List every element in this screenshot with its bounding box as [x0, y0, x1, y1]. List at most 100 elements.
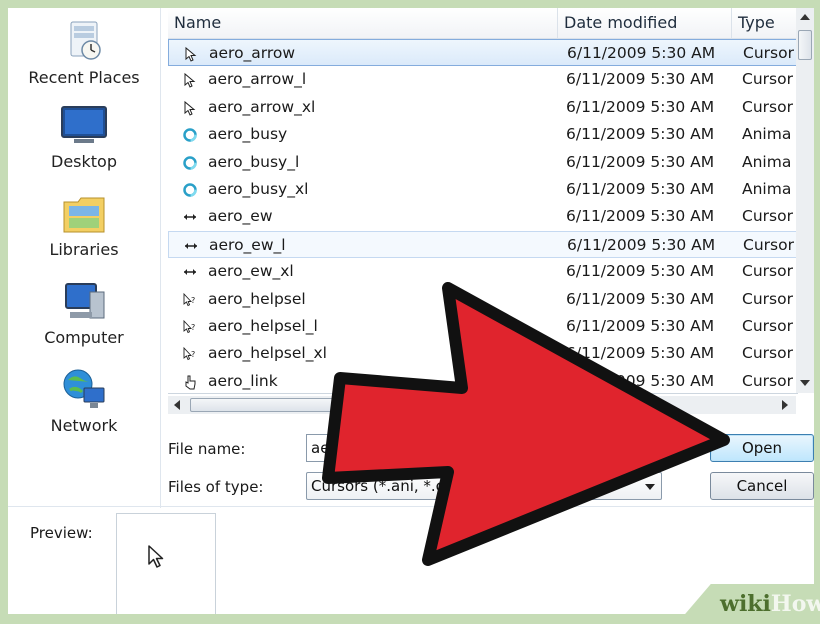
nav-label-computer: Computer: [44, 328, 124, 347]
divider: [8, 506, 814, 507]
cursor-arrow-icon: [185, 46, 197, 62]
navigation-pane: Recent Places Desktop Libraries Computer…: [8, 8, 161, 508]
column-header-date-modified[interactable]: Date modified: [558, 8, 732, 38]
column-header-name[interactable]: Name: [168, 8, 558, 38]
file-row[interactable]: aero_ew_xl 6/11/2009 5:30 AM Cursor: [168, 258, 798, 285]
file-name-input[interactable]: aero_arrow: [306, 434, 646, 462]
file-rows: aero_arrow 6/11/2009 5:30 AM Cursor aero_ar…: [168, 39, 798, 393]
open-button[interactable]: Open: [710, 434, 814, 462]
nav-item-recent-places[interactable]: Recent Places: [8, 18, 160, 87]
scroll-left-arrow-icon[interactable]: [174, 400, 180, 410]
file-name-label: File name:: [168, 440, 246, 458]
date-modified-cell: 6/11/2009 5:30 AM: [566, 97, 715, 116]
help-cursor-icon: ?: [183, 347, 195, 361]
file-row[interactable]: aero_busy 6/11/2009 5:30 AM Anima: [168, 121, 798, 148]
nav-label-libraries: Libraries: [49, 240, 119, 259]
file-name-cell: aero_busy_xl: [208, 179, 309, 198]
type-cell: Cursor: [743, 235, 794, 254]
file-row[interactable]: ? aero_helpsel_l 6/11/2009 5:30 AM Cursor: [168, 313, 798, 340]
scroll-right-arrow-icon[interactable]: [782, 400, 788, 410]
nav-item-libraries[interactable]: Libraries: [8, 192, 160, 259]
files-of-type-dropdown[interactable]: Cursors (*.ani, *.cur): [306, 472, 662, 500]
file-row[interactable]: ? aero_helpsel 6/11/2009 5:30 AM Cursor: [168, 286, 798, 313]
file-name-cell: aero_helpsel_xl: [208, 344, 327, 363]
scroll-down-arrow-icon[interactable]: [800, 380, 810, 386]
column-header-type[interactable]: Type: [732, 8, 798, 38]
nav-label-network: Network: [50, 416, 118, 435]
resize-ew-icon: [184, 269, 196, 276]
file-name-cell: aero_busy: [208, 125, 288, 144]
column-header: Name Date modified Type: [168, 8, 798, 39]
preview-label: Preview:: [30, 524, 93, 542]
file-row[interactable]: aero_busy_xl 6/11/2009 5:30 AM Anima: [168, 176, 798, 203]
vertical-scrollbar[interactable]: [796, 8, 814, 393]
svg-text:?: ?: [191, 350, 195, 359]
date-modified-cell: 6/11/2009 5:30 AM: [566, 179, 715, 198]
file-row[interactable]: aero_arrow_xl 6/11/2009 5:30 AM Cursor: [168, 94, 798, 121]
watermark-how: How: [770, 591, 820, 617]
type-cell: Cursor: [742, 316, 793, 335]
file-name-cell: aero_arrow: [209, 44, 296, 62]
chevron-down-icon: [645, 484, 655, 490]
resize-ew-icon: [184, 214, 196, 221]
libraries-icon: [63, 197, 105, 233]
horizontal-scroll-thumb[interactable]: [190, 398, 420, 412]
desktop-icon: [61, 106, 107, 143]
resize-ew-icon: [185, 242, 197, 249]
type-cell: Cursor: [742, 70, 793, 89]
type-cell: Cursor: [742, 289, 793, 308]
svg-text:?: ?: [191, 323, 195, 332]
file-list: Name Date modified Type aero_arrow 6/11/2…: [168, 8, 798, 394]
nav-item-desktop[interactable]: Desktop: [8, 104, 160, 171]
date-modified-cell: 6/11/2009 5:30 AM: [566, 207, 715, 226]
cancel-button[interactable]: Cancel: [710, 472, 814, 500]
file-row[interactable]: aero_arrow 6/11/2009 5:30 AM Cursor: [168, 39, 798, 67]
date-modified-cell: 6/11/2009 5:30 AM: [566, 289, 715, 308]
date-modified-cell: 6/11/2009 5:30 AM: [567, 44, 716, 62]
date-modified-cell: 6/11/2009 5:30 AM: [567, 235, 716, 254]
file-row[interactable]: aero_ew_l 6/11/2009 5:30 AM Cursor: [168, 230, 798, 259]
files-of-type-value: Cursors (*.ani, *.cur): [311, 477, 466, 495]
busy-ring-icon: [183, 128, 197, 142]
file-name-cell: aero_link: [208, 371, 278, 390]
cursor-arrow-icon: [184, 100, 196, 116]
file-name-cell: aero_ew: [208, 207, 273, 226]
type-cell: Cursor: [743, 44, 794, 62]
type-cell: Cursor: [742, 262, 793, 281]
file-name-cell: aero_arrow_xl: [208, 97, 316, 116]
date-modified-cell: 6/11/2009 5:30 AM: [566, 316, 715, 335]
type-cell: Anima: [742, 179, 792, 198]
type-cell: Anima: [742, 125, 792, 144]
file-row[interactable]: aero_ew 6/11/2009 5:30 AM Cursor: [168, 203, 798, 230]
hand-cursor-icon: [185, 375, 196, 390]
preview-box: [116, 513, 216, 614]
horizontal-scrollbar[interactable]: [168, 396, 796, 414]
file-row[interactable]: aero_arrow_l 6/11/2009 5:30 AM Cursor: [168, 66, 798, 93]
open-file-dialog: Recent Places Desktop Libraries Computer…: [8, 8, 814, 614]
file-name-cell: aero_arrow_l: [208, 70, 307, 89]
help-cursor-icon: ?: [183, 319, 195, 334]
recent-places-icon: [70, 21, 101, 60]
help-cursor-icon: ?: [183, 292, 195, 306]
file-row[interactable]: aero_link 6/11/2009 5:30 AM Cursor: [168, 368, 798, 393]
date-modified-cell: 6/11/2009 5:30 AM: [566, 125, 715, 144]
scroll-up-arrow-icon[interactable]: [800, 14, 810, 20]
file-name-cell: aero_busy_l: [208, 152, 300, 171]
date-modified-cell: 6/11/2009 5:30 AM: [566, 70, 715, 89]
date-modified-cell: 6/11/2009 5:30 AM: [566, 371, 715, 390]
file-name-cell: aero_helpsel: [208, 289, 306, 308]
file-row[interactable]: aero_busy_l 6/11/2009 5:30 AM Anima: [168, 149, 798, 176]
vertical-scroll-thumb[interactable]: [798, 30, 812, 60]
nav-item-computer[interactable]: Computer: [8, 280, 160, 347]
date-modified-cell: 6/11/2009 5:30 AM: [566, 152, 715, 171]
busy-ring-icon: [183, 183, 197, 197]
computer-icon: [65, 283, 105, 319]
type-cell: Anima: [742, 152, 792, 171]
type-cell: Cursor: [742, 344, 793, 363]
file-row[interactable]: ? aero_helpsel_xl 6/11/2009 5:30 AM Cursor: [168, 340, 798, 367]
date-modified-cell: 6/11/2009 5:30 AM: [566, 344, 715, 363]
files-of-type-label: Files of type:: [168, 478, 264, 496]
date-modified-cell: 6/11/2009 5:30 AM: [566, 262, 715, 281]
type-cell: Cursor: [742, 97, 793, 116]
nav-item-network[interactable]: Network: [8, 366, 160, 435]
